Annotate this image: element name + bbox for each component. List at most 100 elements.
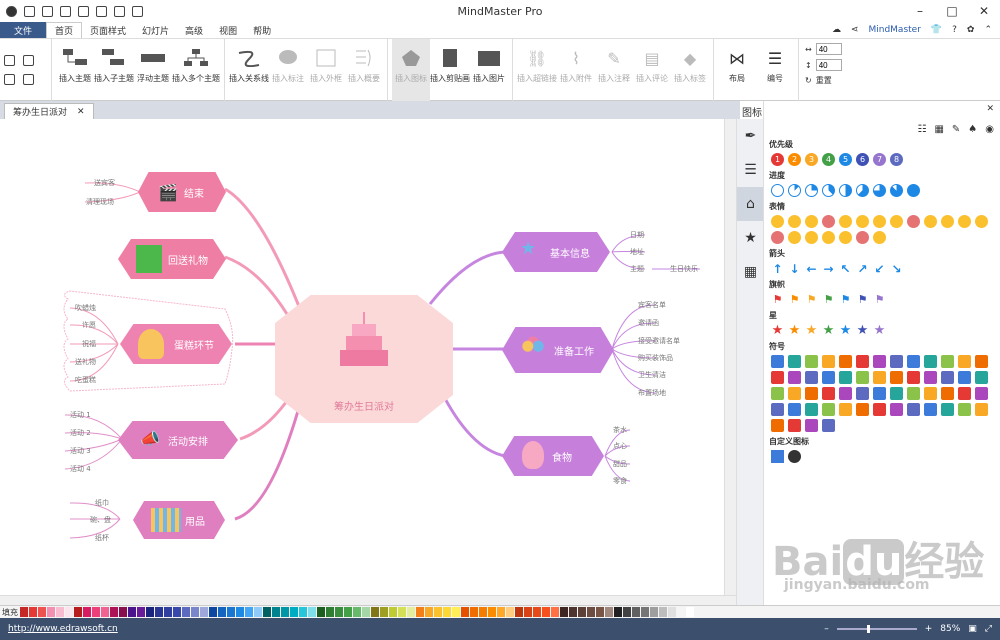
leaf-buy-decorations[interactable]: 购买装饰品: [638, 353, 673, 363]
color-swatch[interactable]: [317, 607, 325, 617]
symbol-30-icon[interactable]: [822, 387, 835, 400]
star-1-icon[interactable]: ★: [771, 323, 784, 338]
insert-topic-button[interactable]: 插入主题: [56, 39, 94, 101]
leaf-decorate-venue[interactable]: 布置场地: [638, 388, 666, 398]
symbol-2-icon[interactable]: [788, 355, 801, 368]
plugin-icon[interactable]: ✿: [967, 25, 975, 35]
color-swatch[interactable]: [641, 607, 649, 617]
priority-1-icon[interactable]: 1: [771, 153, 784, 166]
progress-3-icon[interactable]: [822, 184, 835, 197]
emoji-10-icon[interactable]: [924, 215, 937, 228]
color-swatch[interactable]: [29, 607, 37, 617]
insert-note-button[interactable]: ✎ 插入注释: [595, 39, 633, 101]
symbol-50-icon[interactable]: [941, 403, 954, 416]
emoji-5-icon[interactable]: [839, 215, 852, 228]
emoji-6-icon[interactable]: [856, 215, 869, 228]
insert-relationship-button[interactable]: 插入关系线: [229, 39, 269, 101]
arrow-6-icon[interactable]: ↗: [856, 262, 869, 276]
cloud-icon[interactable]: ☁: [832, 25, 841, 35]
insert-clipart-button[interactable]: 插入剪贴画: [430, 39, 470, 101]
flag-4-icon[interactable]: ⚑: [822, 293, 835, 306]
close-tab-icon[interactable]: ✕: [77, 107, 85, 117]
symbol-14-icon[interactable]: [771, 371, 784, 384]
color-swatch[interactable]: [335, 607, 343, 617]
symbol-32-icon[interactable]: [856, 387, 869, 400]
leaf-desserts[interactable]: 甜品: [613, 459, 627, 469]
emoji-1-icon[interactable]: [771, 215, 784, 228]
color-swatch[interactable]: [425, 607, 433, 617]
leaf-happy-birthday[interactable]: 生日快乐: [670, 264, 698, 274]
leaf-blessing[interactable]: 祝福: [82, 339, 96, 349]
ribbon-collapse-icon[interactable]: ⌃: [984, 25, 992, 35]
cut-icon[interactable]: [4, 55, 15, 66]
progress-7-icon[interactable]: [890, 184, 903, 197]
priority-3-icon[interactable]: 3: [805, 153, 818, 166]
zoom-slider[interactable]: [836, 625, 917, 633]
undo-icon[interactable]: [24, 5, 35, 17]
insert-comment-button[interactable]: ▤ 插入评论: [633, 39, 671, 101]
symbol-16-icon[interactable]: [805, 371, 818, 384]
help-icon[interactable]: ?: [952, 25, 957, 35]
symbol-26-icon[interactable]: [975, 371, 988, 384]
symbol-49-icon[interactable]: [924, 403, 937, 416]
emoji-19-icon[interactable]: [856, 231, 869, 244]
color-swatch[interactable]: [389, 607, 397, 617]
leaf-bowls-plates[interactable]: 碗、盘: [90, 515, 111, 525]
insert-summary-button[interactable]: 插入概要: [345, 39, 383, 101]
symbol-22-icon[interactable]: [907, 371, 920, 384]
color-swatch[interactable]: [488, 607, 496, 617]
color-swatch[interactable]: [578, 607, 586, 617]
emoji-14-icon[interactable]: [771, 231, 784, 244]
fit-page-icon[interactable]: ▣: [968, 624, 977, 634]
color-swatch[interactable]: [380, 607, 388, 617]
color-swatch[interactable]: [551, 607, 559, 617]
symbol-54-icon[interactable]: [788, 419, 801, 432]
emoji-4-icon[interactable]: [822, 215, 835, 228]
arrow-5-icon[interactable]: ↖: [839, 262, 852, 276]
color-swatch[interactable]: [137, 607, 145, 617]
symbol-43-icon[interactable]: [822, 403, 835, 416]
leaf-guest-list[interactable]: 宾客名单: [638, 300, 666, 310]
arrow-2-icon[interactable]: ↓: [788, 262, 801, 276]
insert-attachment-button[interactable]: ⌇ 插入附件: [557, 39, 595, 101]
leaf-theme[interactable]: 主题: [630, 264, 644, 274]
priority-6-icon[interactable]: 6: [856, 153, 869, 166]
symbol-28-icon[interactable]: [788, 387, 801, 400]
color-swatch[interactable]: [452, 607, 460, 617]
arrow-3-icon[interactable]: ←: [805, 262, 818, 276]
branch-activities[interactable]: 📣 活动安排: [118, 421, 238, 459]
insert-multiple-topics-button[interactable]: 插入多个主题: [172, 39, 220, 101]
color-swatch[interactable]: [371, 607, 379, 617]
website-link[interactable]: http://www.edrawsoft.cn: [0, 624, 118, 634]
visibility-icon[interactable]: ◉: [985, 124, 994, 135]
symbol-21-icon[interactable]: [890, 371, 903, 384]
color-swatch[interactable]: [74, 607, 82, 617]
copy-icon[interactable]: [4, 74, 15, 85]
pin-icon[interactable]: ♠: [968, 124, 977, 135]
symbol-11-icon[interactable]: [941, 355, 954, 368]
star-7-icon[interactable]: ★: [873, 323, 886, 338]
symbol-51-icon[interactable]: [958, 403, 971, 416]
fullscreen-icon[interactable]: ⤢: [985, 624, 992, 634]
custom-icon-2[interactable]: [788, 450, 801, 463]
symbol-12-icon[interactable]: [958, 355, 971, 368]
tab-slides[interactable]: 幻灯片: [134, 22, 177, 38]
symbol-4-icon[interactable]: [822, 355, 835, 368]
maximize-button[interactable]: □: [936, 0, 968, 22]
calendar-icon[interactable]: ▦: [737, 255, 764, 289]
symbol-48-icon[interactable]: [907, 403, 920, 416]
emoji-16-icon[interactable]: [805, 231, 818, 244]
color-swatch[interactable]: [38, 607, 46, 617]
height-input[interactable]: [815, 59, 842, 71]
color-swatch[interactable]: [560, 607, 568, 617]
color-swatch[interactable]: [173, 607, 181, 617]
export-icon[interactable]: [132, 5, 143, 17]
symbol-31-icon[interactable]: [839, 387, 852, 400]
color-swatch[interactable]: [200, 607, 208, 617]
leaf-clean-up[interactable]: 清理现场: [86, 197, 114, 207]
flag-1-icon[interactable]: ⚑: [771, 293, 784, 306]
symbol-25-icon[interactable]: [958, 371, 971, 384]
new-file-icon[interactable]: [60, 5, 71, 17]
color-swatch[interactable]: [497, 607, 505, 617]
leaf-eat-cake[interactable]: 吃蛋糕: [75, 375, 96, 385]
